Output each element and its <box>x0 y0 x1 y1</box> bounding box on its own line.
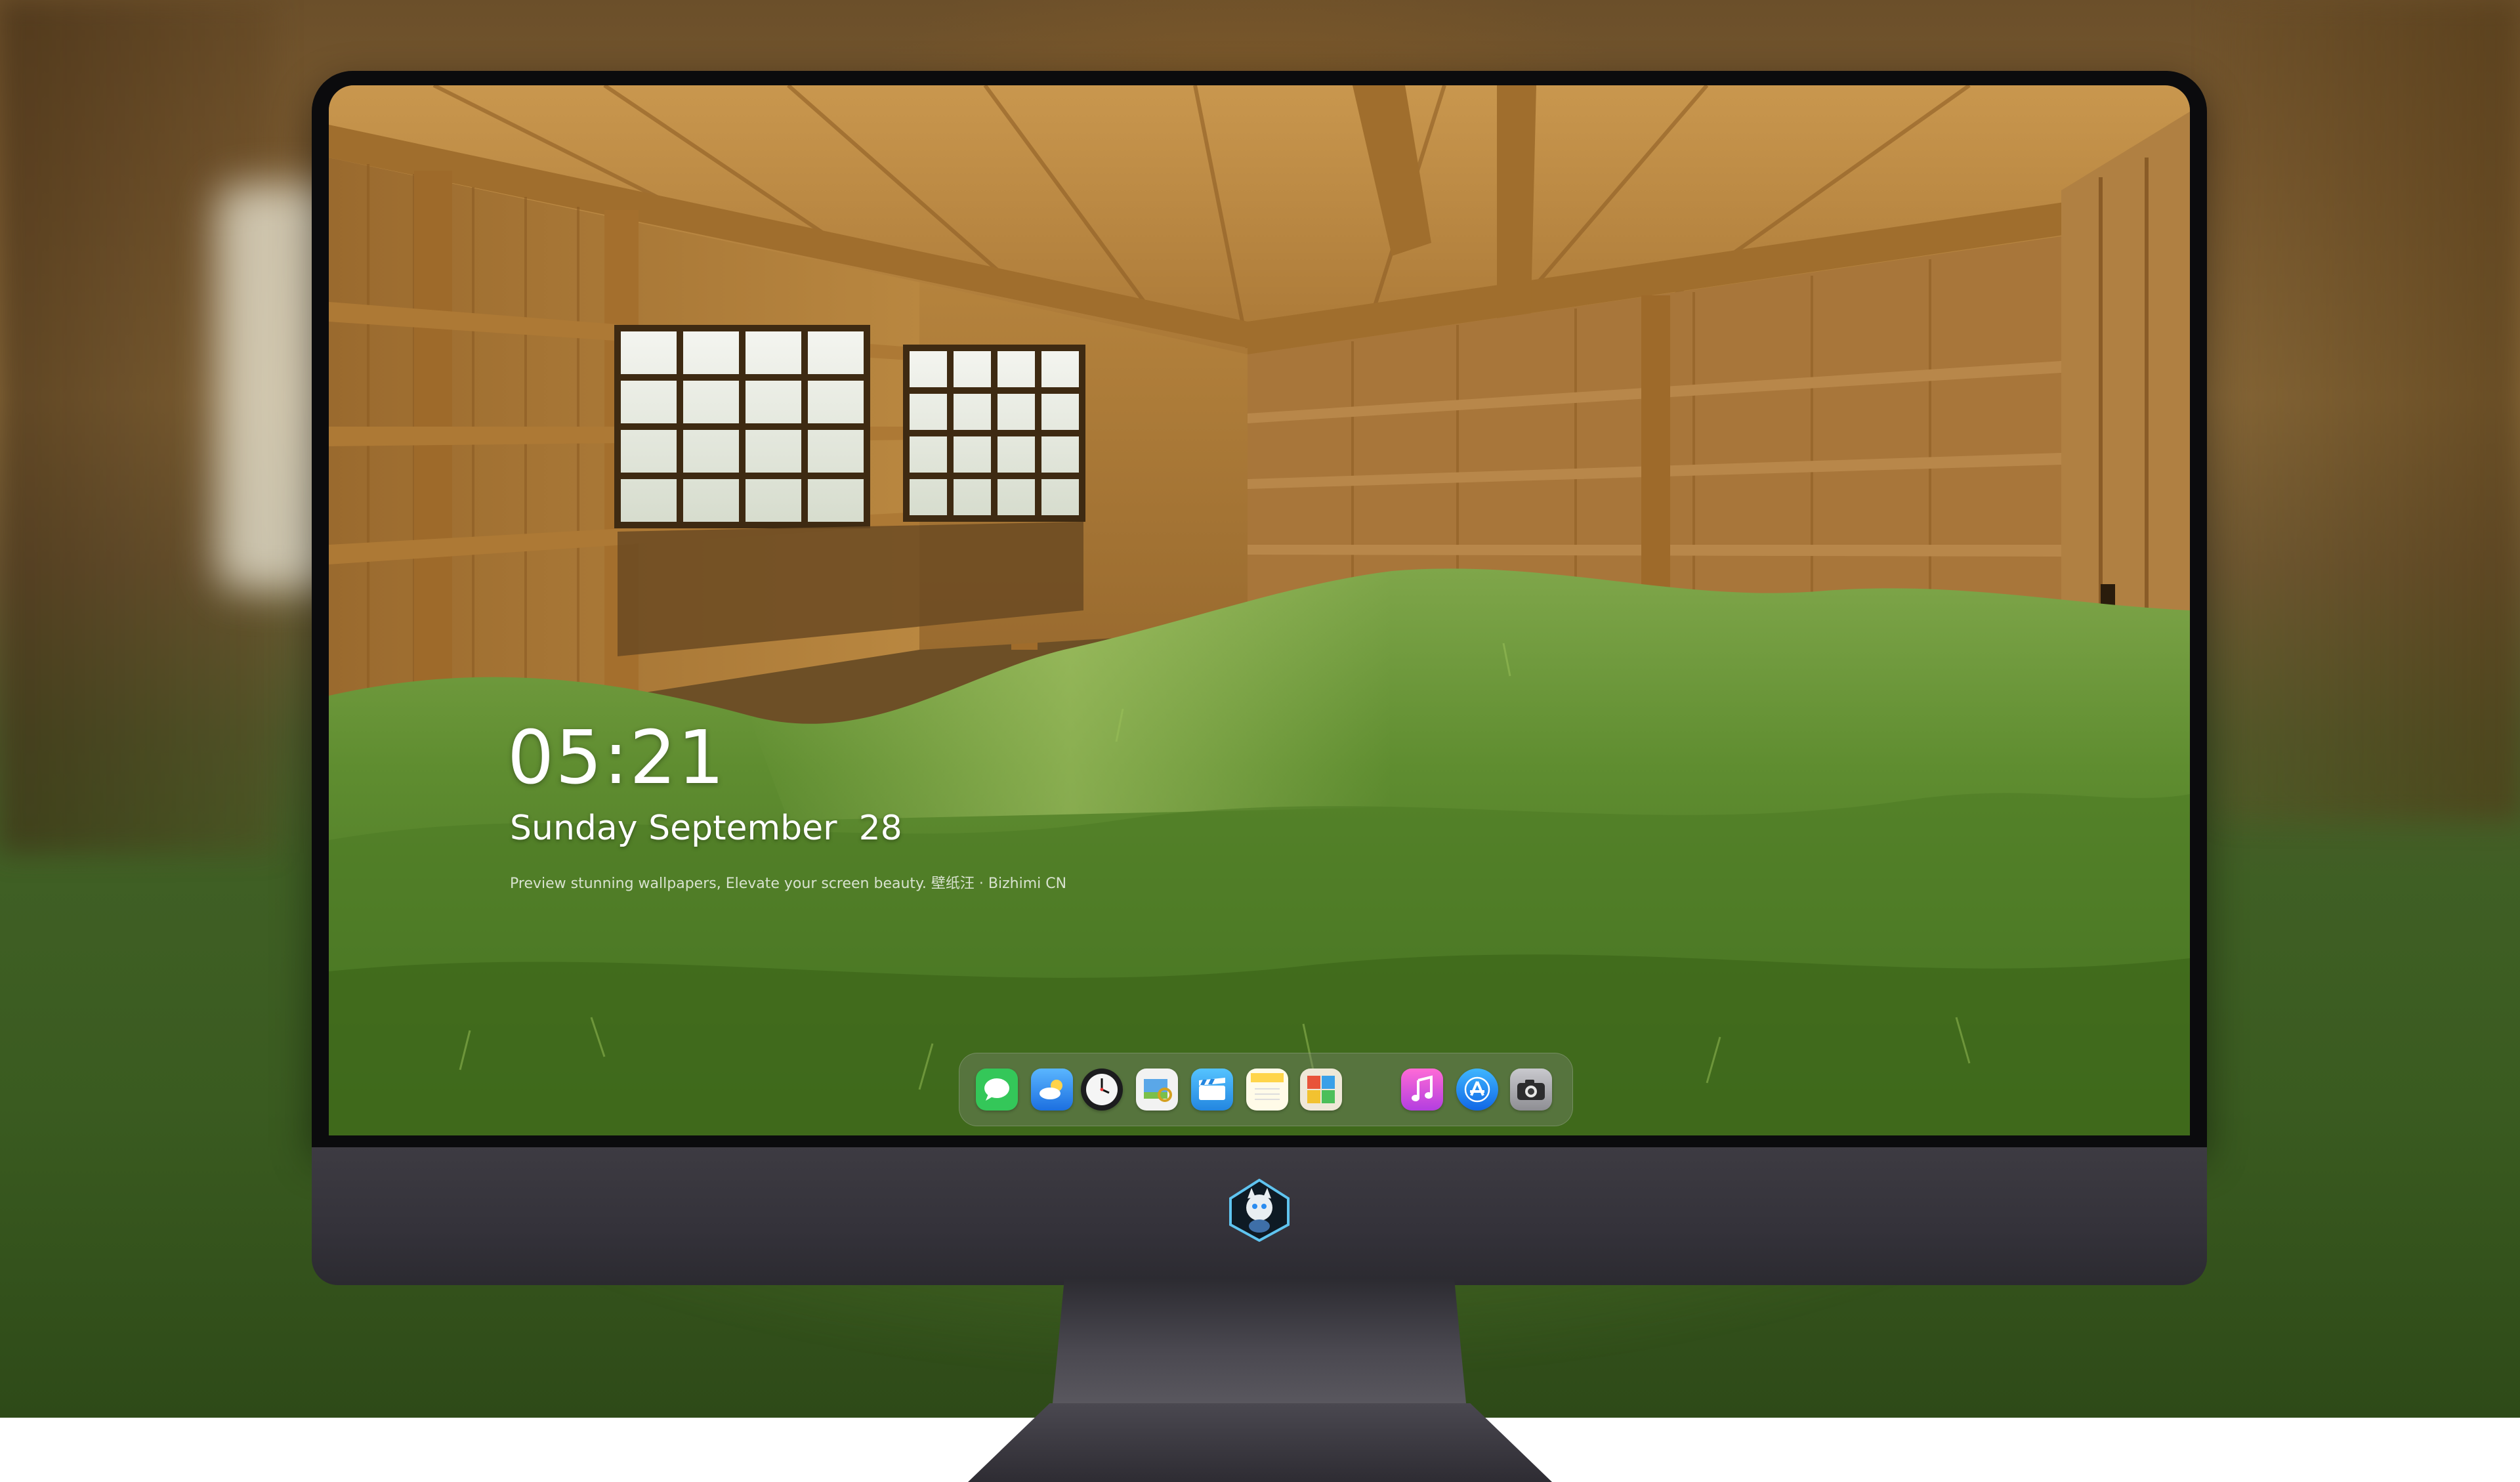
photo-booth-icon[interactable] <box>1300 1069 1342 1111</box>
monitor-stand-foot <box>968 1403 1552 1482</box>
lockscreen-tagline: Preview stunning wallpapers, Elevate you… <box>510 876 1067 892</box>
preview-icon[interactable] <box>1136 1069 1178 1111</box>
notes-icon[interactable] <box>1246 1069 1288 1111</box>
wallpaper <box>329 85 2190 1135</box>
app-store-icon[interactable] <box>1456 1069 1498 1111</box>
lockscreen-time: 05:21 <box>507 715 726 801</box>
dock <box>959 1053 1573 1126</box>
camera-icon[interactable] <box>1510 1069 1552 1111</box>
lockscreen-date: Sunday September 28 <box>510 809 902 848</box>
monitor: 05:21 Sunday September 28 Preview stunni… <box>312 71 2207 1482</box>
weather-icon[interactable] <box>1031 1069 1073 1111</box>
screen[interactable]: 05:21 Sunday September 28 Preview stunni… <box>329 85 2190 1135</box>
monitor-bezel: 05:21 Sunday September 28 Preview stunni… <box>312 71 2207 1147</box>
clock-icon[interactable] <box>1081 1069 1123 1111</box>
monitor-stand-neck <box>1052 1279 1467 1410</box>
clips-icon[interactable] <box>1191 1069 1233 1111</box>
messages-icon[interactable] <box>976 1069 1018 1111</box>
music-icon[interactable] <box>1401 1069 1443 1111</box>
mascot-logo-icon <box>1228 1178 1291 1242</box>
background-wood-blur-right <box>2218 0 2520 820</box>
